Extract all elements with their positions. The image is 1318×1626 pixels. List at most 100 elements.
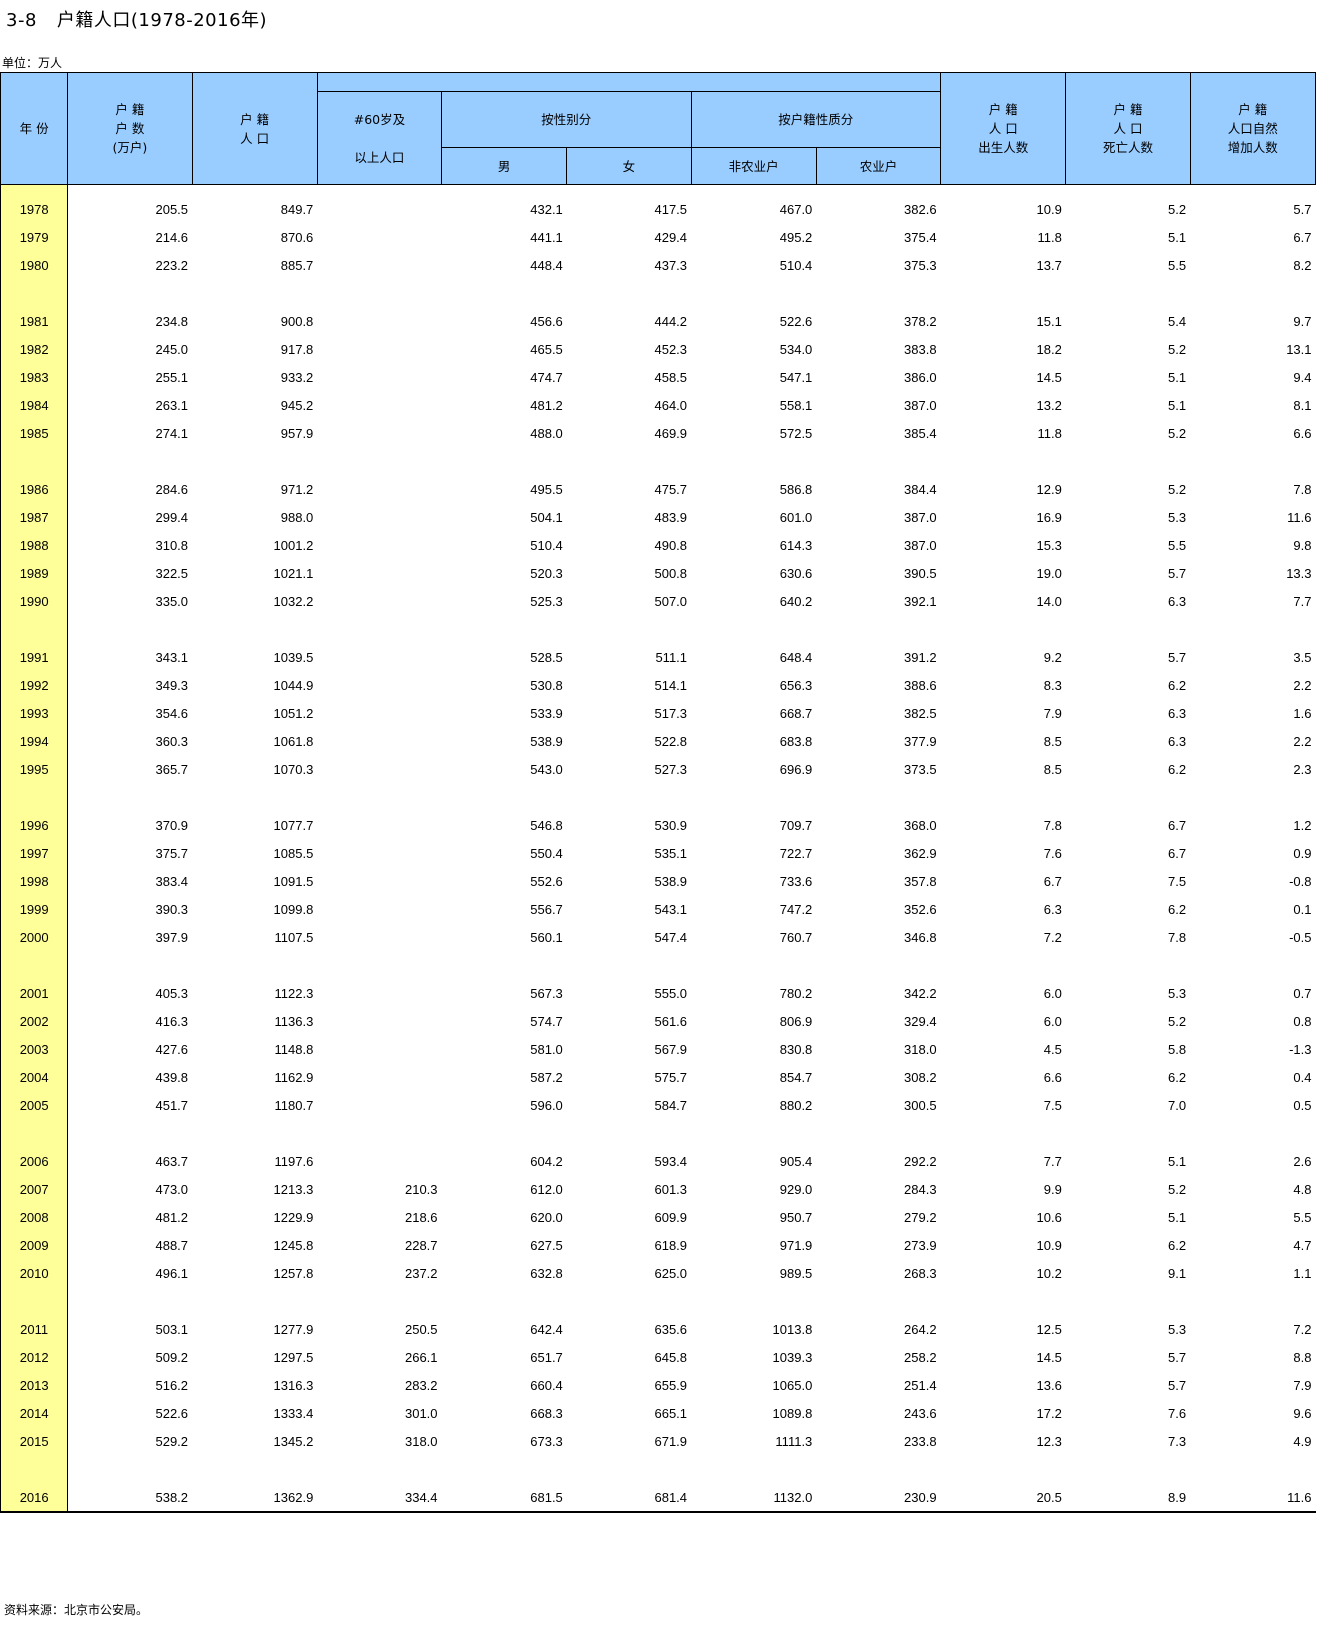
cell-population: 849.7 — [280, 201, 314, 217]
spacer-cell — [317, 615, 441, 643]
cell-agri: 230.9 — [816, 1483, 941, 1513]
cell-deaths: 7.0 — [1168, 1097, 1187, 1113]
cell-natural-increase: 5.5 — [1293, 1209, 1312, 1225]
cell-population: 945.2 — [280, 397, 314, 413]
spacer-cell — [192, 951, 317, 979]
spacer-cell — [192, 615, 317, 643]
cell-year: 2007 — [0, 1175, 69, 1203]
table-row: 2005 451.7 1180.7 596.0 584.7 880.2 300.5 7.5 7.… — [0, 1091, 1316, 1119]
cell-deaths: 6.2 — [1168, 677, 1187, 693]
cell-births: 6.0 — [1043, 1013, 1062, 1029]
cell-households: 322.5 — [155, 565, 189, 581]
cell-year: 2002 — [0, 1007, 69, 1035]
cell-female: 429.4 — [654, 229, 688, 245]
cell-aged60: 210.3 — [404, 1181, 438, 1197]
col-header-natural-increase: 户 籍 人口自然 增加人数 — [1189, 72, 1317, 185]
cell-natural-increase: 0.9 — [1293, 845, 1312, 861]
cell-population: 1099.8 — [273, 901, 314, 917]
cell-male: 456.6 — [530, 313, 563, 329]
population-table: 年 份 户 籍 户 数 (万户) 户 籍 人 口 户 籍 人 口 出生人数 户 … — [0, 72, 1317, 1513]
cell-population: 1345.2 — [273, 1433, 314, 1449]
cell-population: 1077.7 — [273, 817, 314, 833]
cell-population: 1245.8 — [273, 1237, 314, 1253]
cell-births: 7.7 — [1043, 1153, 1062, 1169]
cell-natural-increase: 9.6 — [1293, 1405, 1312, 1421]
cell-households: 503.1 — [155, 1321, 189, 1337]
cell-year: 1999 — [0, 895, 69, 923]
cell-deaths: 5.8 — [1168, 1041, 1187, 1057]
table-row: 2012 509.2 1297.5 266.1 651.7 645.8 1039.3 258.… — [0, 1343, 1316, 1371]
cell-aged60: 266.1 — [404, 1349, 438, 1365]
spacer-cell — [442, 1455, 567, 1483]
spacer-cell — [691, 1455, 816, 1483]
cell-non-agri: 668.7 — [779, 705, 813, 721]
spacer-cell — [691, 279, 816, 307]
cell-non-agri: 467.0 — [779, 201, 813, 217]
cell-female: 452.3 — [654, 341, 688, 357]
cell-deaths: 6.3 — [1168, 733, 1187, 749]
cell-agri: 385.4 — [904, 425, 937, 441]
cell-agri: 268.3 — [904, 1265, 937, 1281]
cell-aged60 — [317, 307, 441, 335]
cell-births: 7.8 — [1043, 817, 1062, 833]
cell-non-agri: 495.2 — [779, 229, 813, 245]
cell-aged60 — [317, 531, 441, 559]
cell-aged60 — [317, 979, 441, 1007]
table-row: 1988 310.8 1001.2 510.4 490.8 614.3 387.0 15.3 5… — [0, 531, 1316, 559]
cell-agri: 300.5 — [904, 1097, 937, 1113]
table-row: 1996 370.9 1077.7 546.8 530.9 709.7 368.0 7.8 6.… — [0, 811, 1316, 839]
cell-households: 255.1 — [155, 369, 189, 385]
cell-agri: 329.4 — [904, 1013, 937, 1029]
cell-households: 538.2 — [67, 1483, 193, 1513]
cell-births: 8.5 — [1043, 733, 1062, 749]
table-row: 1979 214.6 870.6 441.1 429.4 495.2 375.4 11.8 5.… — [0, 223, 1316, 251]
cell-female: 475.7 — [654, 481, 688, 497]
spacer-cell — [816, 1119, 940, 1147]
cell-agri: 273.9 — [904, 1237, 937, 1253]
cell-aged60 — [317, 223, 441, 251]
table-row: 2001 405.3 1122.3 567.3 555.0 780.2 342.2 6.0 5.… — [0, 979, 1316, 1007]
cell-births: 11.8 — [1037, 425, 1062, 441]
cell-births: 6.0 — [1043, 985, 1062, 1001]
table-row: 1994 360.3 1061.8 538.9 522.8 683.8 377.9 8.5 6.… — [0, 727, 1316, 755]
cell-female: 507.0 — [654, 593, 688, 609]
cell-births: 12.3 — [1036, 1433, 1062, 1449]
col-header-year: 年 份 — [0, 72, 69, 185]
cell-female: 517.3 — [654, 705, 688, 721]
cell-year: 1992 — [0, 671, 69, 699]
spacer-cell — [442, 615, 567, 643]
cell-female: 458.5 — [654, 369, 688, 385]
cell-agri: 368.0 — [904, 817, 937, 833]
cell-agri: 362.9 — [904, 845, 937, 861]
cell-aged60 — [317, 475, 441, 503]
spacer-cell — [941, 615, 1066, 643]
table-row: 1991 343.1 1039.5 528.5 511.1 648.4 391.2 9.2 5.… — [0, 643, 1316, 671]
spacer-cell — [68, 447, 192, 475]
cell-male: 627.5 — [530, 1237, 563, 1253]
cell-population: 917.8 — [280, 341, 314, 357]
table-row: 2008 481.2 1229.9 218.6 620.0 609.9 950.7 279.2… — [0, 1203, 1316, 1231]
cell-deaths: 5.1 — [1168, 229, 1187, 245]
spacer-cell — [192, 279, 317, 307]
cell-aged60 — [317, 1063, 441, 1091]
cell-natural-increase: 2.2 — [1293, 677, 1312, 693]
cell-aged60 — [317, 335, 441, 363]
source-note: 资料来源：北京市公安局。 — [4, 1603, 149, 1617]
cell-male: 504.1 — [530, 509, 563, 525]
spacer-cell — [68, 615, 192, 643]
spacer-cell — [68, 951, 192, 979]
cell-households: 223.2 — [155, 257, 189, 273]
cell-households: 299.4 — [155, 509, 189, 525]
spacer-cell — [317, 951, 441, 979]
cell-deaths: 5.7 — [1168, 565, 1187, 581]
cell-households: 516.2 — [155, 1377, 189, 1393]
cell-households: 245.0 — [155, 341, 189, 357]
cell-aged60 — [317, 363, 441, 391]
cell-year: 1984 — [0, 391, 69, 419]
cell-male: 538.9 — [530, 733, 563, 749]
cell-female: 464.0 — [654, 397, 688, 413]
cell-births: 10.9 — [1036, 201, 1062, 217]
cell-households: 416.3 — [155, 1013, 189, 1029]
cell-households: 463.7 — [155, 1153, 189, 1169]
table-row: 1995 365.7 1070.3 543.0 527.3 696.9 373.5 8.5 6.… — [0, 755, 1316, 783]
